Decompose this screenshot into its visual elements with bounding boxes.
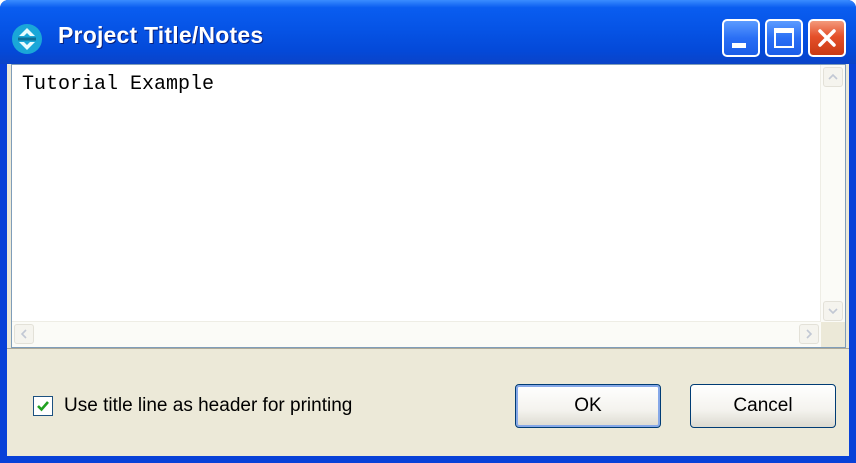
notes-text: Tutorial Example xyxy=(22,73,215,96)
scroll-up-button[interactable] xyxy=(823,67,843,87)
window-title: Project Title/Notes xyxy=(58,22,264,48)
scroll-left-button[interactable] xyxy=(14,324,34,344)
dialog-body: Tutorial Example Use title line as heade… xyxy=(7,64,849,456)
chevron-left-icon xyxy=(20,329,27,339)
notes-textarea[interactable]: Tutorial Example xyxy=(11,64,846,348)
scroll-down-button[interactable] xyxy=(823,301,843,321)
horizontal-scrollbar[interactable] xyxy=(12,321,821,347)
scrollbar-corner xyxy=(821,322,845,347)
title-bar[interactable]: Project Title/Notes xyxy=(0,0,856,64)
use-title-header-label[interactable]: Use title line as header for printing xyxy=(64,395,352,417)
minimize-button[interactable] xyxy=(722,19,760,57)
scroll-right-button[interactable] xyxy=(799,324,819,344)
checkmark-icon xyxy=(37,401,49,412)
close-icon xyxy=(818,29,836,47)
vertical-scrollbar[interactable] xyxy=(820,65,845,323)
cancel-button[interactable]: Cancel xyxy=(690,384,836,428)
dialog-window: Project Title/Notes Tutorial Example Use… xyxy=(0,0,856,463)
maximize-button[interactable] xyxy=(765,19,803,57)
use-title-header-checkbox[interactable] xyxy=(33,396,53,416)
chevron-down-icon xyxy=(828,308,838,315)
maximize-icon xyxy=(774,28,794,48)
divider xyxy=(7,348,849,349)
minimize-icon xyxy=(732,43,746,48)
chevron-right-icon xyxy=(806,329,813,339)
chevron-up-icon xyxy=(828,73,838,80)
close-button[interactable] xyxy=(808,19,846,57)
ok-button[interactable]: OK xyxy=(515,384,661,428)
project-recycle-icon xyxy=(12,24,42,54)
